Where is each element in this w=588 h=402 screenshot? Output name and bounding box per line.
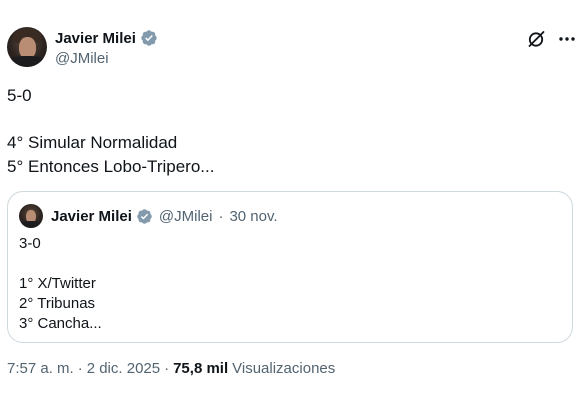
quoted-tweet-card[interactable]: Javier Milei @JMilei · 30 nov. 3-0 1° X/…: [7, 191, 573, 343]
quoted-author-display-name: Javier Milei: [51, 207, 132, 225]
quoted-tweet-header: Javier Milei @JMilei · 30 nov.: [19, 204, 278, 228]
tweet-text: 5-0 4° Simular Normalidad 5° Entonces Lo…: [7, 86, 215, 176]
author-name-row[interactable]: Javier Milei: [55, 29, 158, 47]
author-avatar[interactable]: [7, 27, 47, 67]
quoted-tweet-text: 3-0 1° X/Twitter 2° Tribunas 3° Cancha..…: [19, 235, 102, 332]
footer-separator: ·: [164, 360, 170, 377]
tweet-date[interactable]: 2 dic. 2025: [87, 360, 160, 377]
quoted-author-handle: @JMilei: [158, 207, 213, 225]
quoted-avatar-suit: [20, 221, 42, 228]
tweet-header: Javier Milei @JMilei: [7, 27, 581, 71]
quoted-author-avatar: [19, 204, 43, 228]
tweet-footer: 7:57 a. m. · 2 dic. 2025 · 75,8 mil Visu…: [7, 360, 335, 377]
views-count[interactable]: 75,8 mil: [173, 360, 228, 377]
quoted-tweet-date: 30 nov.: [229, 207, 278, 225]
author-handle[interactable]: @JMilei: [55, 50, 109, 67]
grok-icon[interactable]: [526, 29, 546, 49]
author-display-name[interactable]: Javier Milei: [55, 30, 136, 47]
verified-badge-icon: [137, 208, 152, 224]
quoted-meta-separator: ·: [218, 207, 224, 225]
footer-separator: ·: [77, 360, 83, 377]
avatar-suit: [9, 56, 45, 67]
tweet-time[interactable]: 7:57 a. m.: [7, 360, 74, 377]
more-options-icon[interactable]: [557, 29, 577, 49]
views-label[interactable]: Visualizaciones: [232, 360, 335, 377]
verified-badge-icon[interactable]: [140, 29, 158, 47]
